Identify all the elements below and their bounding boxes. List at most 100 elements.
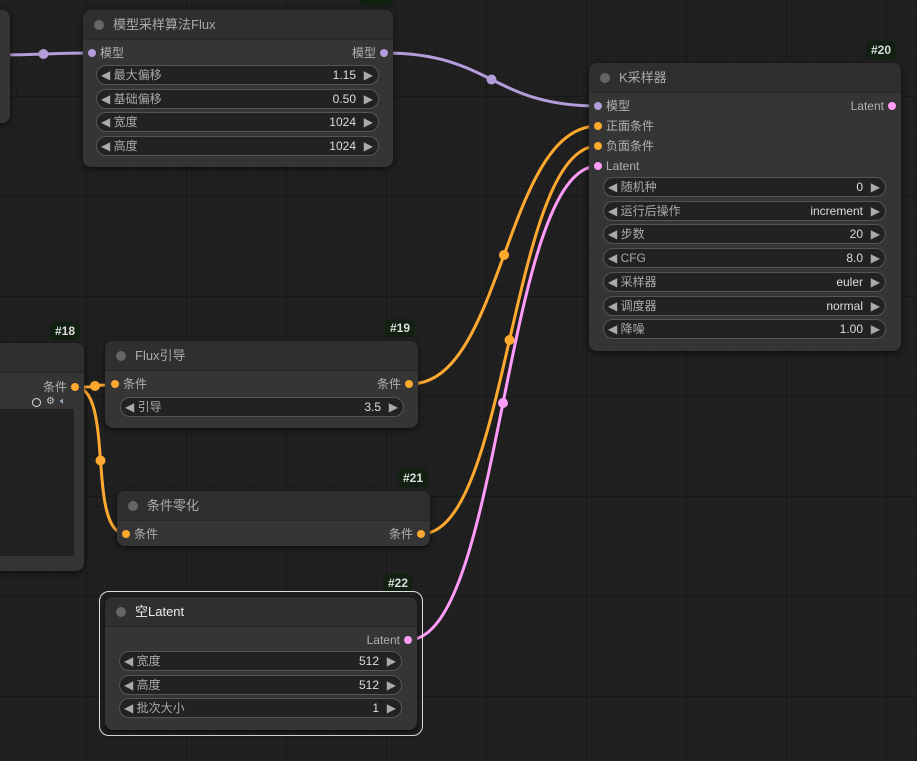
link-midpoint-icon[interactable]: [90, 381, 100, 391]
widget-empty_latent-0[interactable]: ◀ 宽度 512 ▶: [119, 651, 402, 671]
arrow-left-icon[interactable]: ◀ 宽度: [124, 652, 161, 670]
slot-dot-icon[interactable]: [404, 636, 412, 644]
node-title[interactable]: 条件零化: [117, 491, 430, 521]
input-slot-conditioning[interactable]: 条件: [111, 377, 147, 391]
circle-icon[interactable]: [32, 398, 42, 407]
slot-dot-icon[interactable]: [594, 102, 602, 110]
link-midpoint-icon[interactable]: [486, 74, 497, 85]
node-partial-top[interactable]: [0, 10, 10, 123]
slot-dot-icon[interactable]: [417, 530, 425, 538]
link-cond[interactable]: [409, 124, 599, 386]
output-slot-conditioning[interactable]: 条件: [389, 527, 425, 541]
arrow-left-icon[interactable]: ◀ 采样器: [608, 273, 657, 291]
arrow-left-icon[interactable]: ◀ 引导: [125, 398, 162, 416]
link-model[interactable]: [0, 51, 93, 57]
arrow-left-icon[interactable]: ◀ 基础偏移: [101, 90, 162, 108]
arrow-left-icon[interactable]: ◀ 步数: [608, 225, 645, 243]
arrow-right-icon[interactable]: ▶: [387, 652, 396, 670]
collapse-dot-icon[interactable]: [600, 73, 610, 83]
node-flux-guidance[interactable]: Flux引导 条件 条件 ◀ 引导 3.5 ▶: [105, 341, 418, 428]
arrow-left-icon[interactable]: ◀ 高度: [124, 676, 161, 694]
widget-flux_sampling-3[interactable]: ◀ 高度 1024 ▶: [96, 136, 379, 157]
slot-dot-icon[interactable]: [380, 49, 388, 57]
slot-dot-icon[interactable]: [888, 102, 896, 110]
link-midpoint-icon[interactable]: [498, 397, 509, 408]
arrow-right-icon[interactable]: ▶: [364, 137, 373, 155]
widget-ksampler-4[interactable]: ◀ 采样器 euler ▶: [603, 271, 886, 292]
output-slot-latent[interactable]: Latent: [851, 99, 896, 113]
arrow-right-icon[interactable]: ▶: [871, 273, 880, 291]
slot-dot-icon[interactable]: [122, 530, 130, 538]
node-empty-latent[interactable]: 空Latent Latent ◀ 宽度 512 ▶ ◀ 高度 512 ▶ ◀ 批次大小 1 ▶: [105, 597, 417, 730]
node-model-sampling-flux[interactable]: 模型采样算法Flux 模型 模型 ◀ 最大偏移 1.15 ▶ ◀ 基础偏移 0.50 ▶ ◀…: [83, 10, 393, 167]
widget-flux_sampling-2[interactable]: ◀ 宽度 1024 ▶: [96, 112, 379, 133]
arrow-left-icon[interactable]: ◀ 最大偏移: [101, 66, 162, 84]
widget-ksampler-5[interactable]: ◀ 调度器 normal ▶: [603, 295, 886, 316]
arrow-left-icon[interactable]: ◀ 随机种: [608, 178, 657, 196]
arrow-left-icon[interactable]: ◀ 降噪: [608, 320, 645, 338]
arrow-right-icon[interactable]: ▶: [364, 90, 373, 108]
arrow-left-icon[interactable]: ◀ 调度器: [608, 297, 657, 315]
arrow-right-icon[interactable]: ▶: [871, 249, 880, 267]
input-slot-latent[interactable]: Latent: [594, 159, 639, 173]
slot-dot-icon[interactable]: [594, 162, 602, 170]
arrow-left-icon[interactable]: ◀ 批次大小: [124, 699, 185, 717]
link-model[interactable]: [384, 51, 599, 108]
input-slot-negative[interactable]: 负面条件: [594, 139, 654, 153]
widget-flux_guidance-0[interactable]: ◀ 引导 3.5 ▶: [120, 397, 404, 417]
output-slot-conditioning[interactable]: 条件: [43, 380, 79, 394]
arrow-right-icon[interactable]: ▶: [389, 398, 398, 416]
link-midpoint-icon[interactable]: [95, 455, 106, 466]
arrow-right-icon[interactable]: ▶: [871, 178, 880, 196]
input-slot-positive[interactable]: 正面条件: [594, 119, 654, 133]
arrow-left-icon[interactable]: ◀ CFG: [608, 249, 646, 267]
slot-dot-icon[interactable]: [111, 380, 119, 388]
node-18[interactable]: 条件 ⚙ 🔈︎: [0, 343, 84, 571]
link-midpoint-icon[interactable]: [504, 334, 515, 345]
slot-dot-icon[interactable]: [594, 142, 602, 150]
widget-flux_sampling-1[interactable]: ◀ 基础偏移 0.50 ▶: [96, 88, 379, 109]
node-title[interactable]: [0, 343, 84, 373]
node-title[interactable]: 空Latent: [105, 597, 417, 627]
arrow-right-icon[interactable]: ▶: [871, 297, 880, 315]
widget-ksampler-1[interactable]: ◀ 运行后操作 increment ▶: [603, 200, 886, 221]
collapse-dot-icon[interactable]: [128, 501, 138, 511]
collapse-dot-icon[interactable]: [94, 20, 104, 30]
link-cond[interactable]: [420, 144, 599, 536]
widget-empty_latent-2[interactable]: ◀ 批次大小 1 ▶: [119, 698, 402, 719]
arrow-right-icon[interactable]: ▶: [387, 699, 396, 717]
slot-dot-icon[interactable]: [71, 383, 79, 391]
node-title[interactable]: 模型采样算法Flux: [83, 10, 393, 40]
output-slot-latent[interactable]: Latent: [367, 633, 412, 647]
arrow-right-icon[interactable]: ▶: [871, 202, 880, 220]
node-title[interactable]: Flux引导: [105, 341, 418, 371]
input-slot-model[interactable]: 模型: [594, 99, 630, 113]
collapse-dot-icon[interactable]: [116, 351, 126, 361]
link-midpoint-icon[interactable]: [499, 250, 509, 260]
widget-ksampler-3[interactable]: ◀ CFG 8.0 ▶: [603, 248, 886, 269]
arrow-right-icon[interactable]: ▶: [364, 113, 373, 131]
node-ksampler[interactable]: K采样器 模型 正面条件 负面条件 Latent Latent ◀ 随机种 0 ▶ ◀…: [589, 63, 901, 351]
arrow-right-icon[interactable]: ▶: [871, 320, 880, 338]
arrow-left-icon[interactable]: ◀ 高度: [101, 137, 138, 155]
arrow-right-icon[interactable]: ▶: [387, 676, 396, 694]
slot-dot-icon[interactable]: [405, 380, 413, 388]
widget-flux_sampling-0[interactable]: ◀ 最大偏移 1.15 ▶: [96, 65, 379, 85]
arrow-right-icon[interactable]: ▶: [871, 225, 880, 243]
collapse-dot-icon[interactable]: [116, 607, 126, 617]
input-slot-conditioning[interactable]: 条件: [122, 527, 158, 541]
arrow-left-icon[interactable]: ◀ 宽度: [101, 113, 138, 131]
arrow-left-icon[interactable]: ◀ 运行后操作: [608, 202, 681, 220]
widget-ksampler-0[interactable]: ◀ 随机种 0 ▶: [603, 177, 886, 197]
link-midpoint-icon[interactable]: [38, 49, 49, 59]
link-latent[interactable]: [407, 164, 599, 642]
output-slot-conditioning[interactable]: 条件: [377, 377, 413, 391]
node-title[interactable]: K采样器: [589, 63, 901, 93]
slot-dot-icon[interactable]: [88, 49, 96, 57]
arrow-right-icon[interactable]: ▶: [364, 66, 373, 84]
node-conditioning-zero-out[interactable]: 条件零化 条件 条件: [117, 491, 430, 546]
slot-dot-icon[interactable]: [594, 122, 602, 130]
input-slot-model[interactable]: 模型: [88, 46, 124, 60]
speaker-icon[interactable]: 🔈︎: [60, 396, 66, 407]
gear-icon[interactable]: ⚙: [46, 396, 55, 407]
